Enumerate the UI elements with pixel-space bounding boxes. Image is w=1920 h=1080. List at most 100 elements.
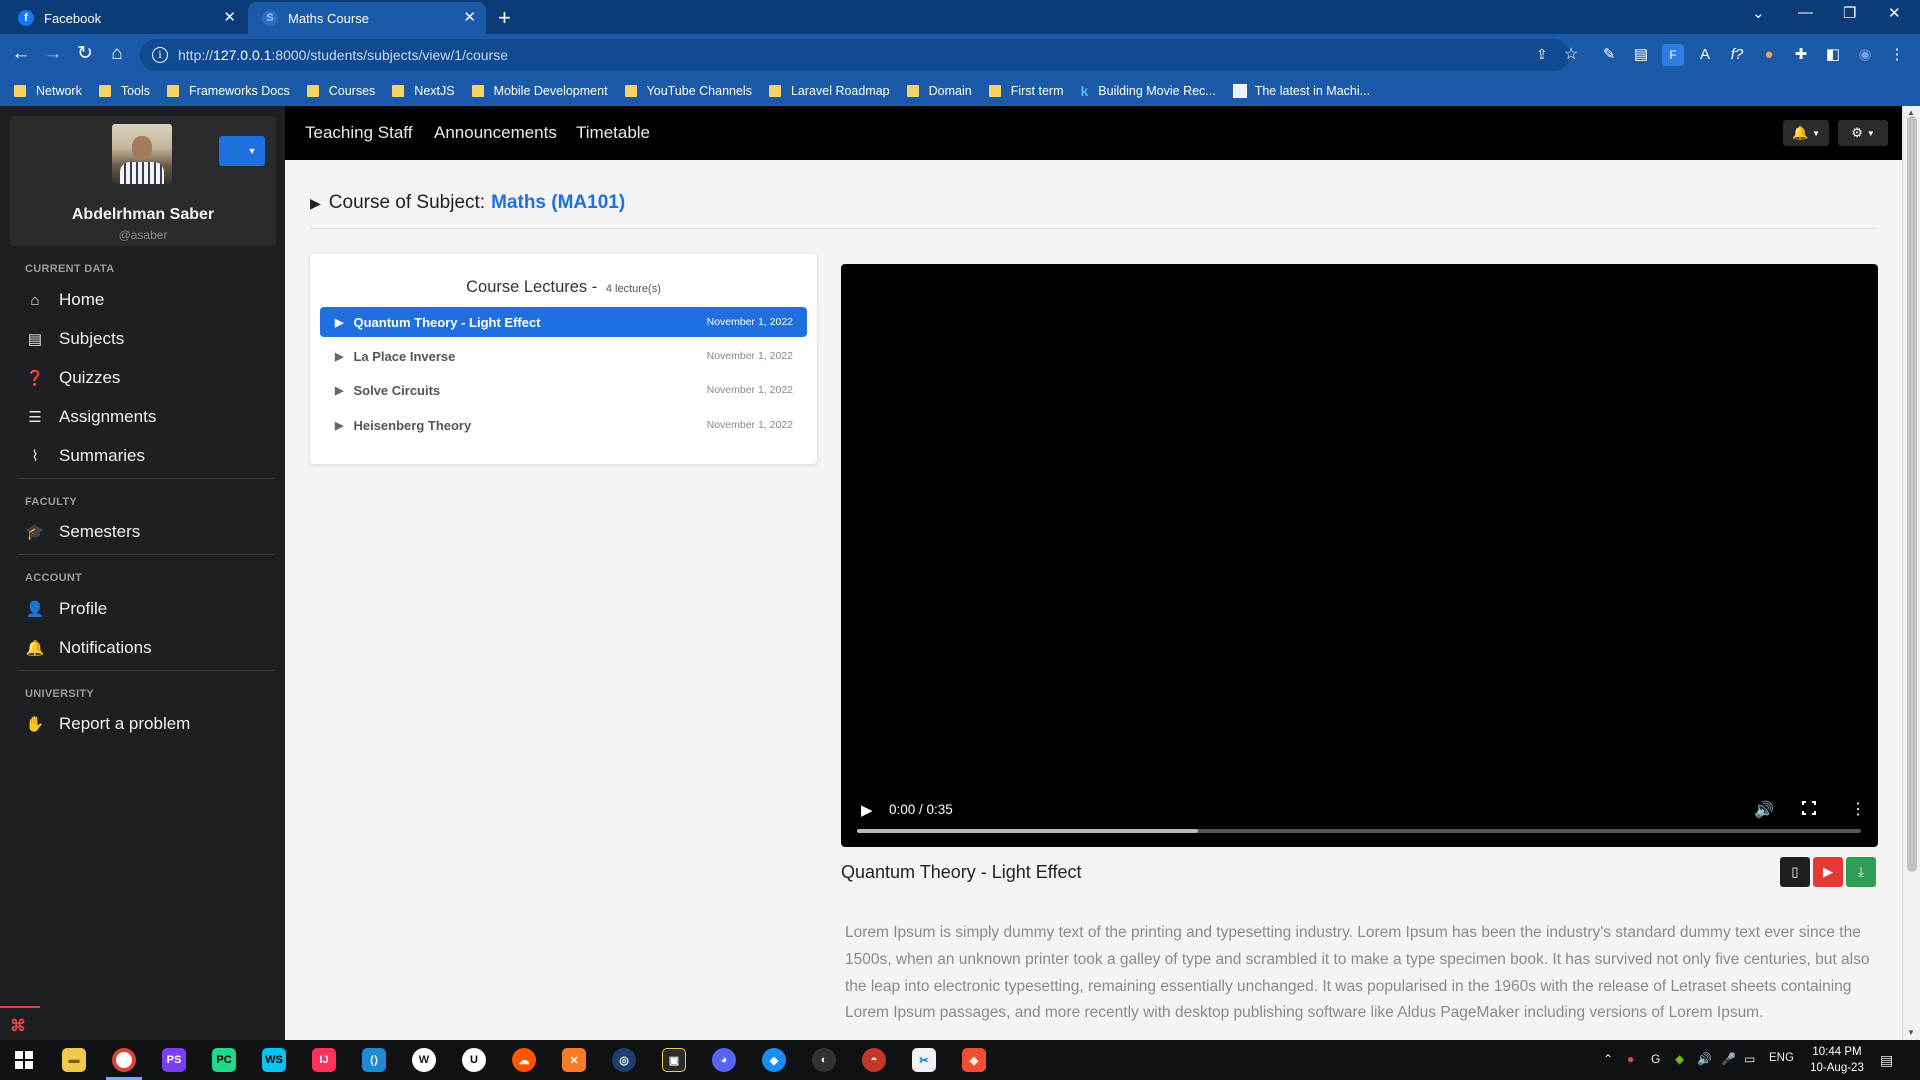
sidebar-item-summaries[interactable]: ⌇ Summaries [25,444,145,468]
sidebar-item-report-problem[interactable]: ✋ Report a problem [25,712,191,736]
user-menu-button[interactable]: 👤 ▼ [219,136,265,166]
play-icon[interactable]: ▶ [861,801,873,819]
more-options-icon[interactable]: ⋮ [1850,799,1866,819]
fullscreen-icon[interactable] [1801,800,1817,816]
extensions-puzzle-icon[interactable]: ✚ [1790,44,1812,66]
bookmark-frameworks-docs[interactable]: Frameworks Docs [167,84,290,98]
bookmark-network[interactable]: Network [14,84,82,98]
lecture-item[interactable]: ▶ La Place Inverse November 1, 2022 [320,341,807,371]
app-icon[interactable]: ◆ [762,1048,786,1072]
app-icon[interactable]: ◎ [612,1048,636,1072]
bookmark-building-movie-rec[interactable]: k Building Movie Rec... [1081,83,1216,99]
youtube-button[interactable]: ▶ [1813,857,1843,887]
close-tab-icon[interactable]: ✕ [463,10,476,25]
bookmark-latest-in-machine[interactable]: The latest in Machi... [1232,84,1370,98]
sidebar-item-quizzes[interactable]: ❓ Quizzes [25,366,121,390]
volume-icon[interactable]: 🔊 [1754,800,1774,820]
site-info-icon[interactable]: i [152,47,168,63]
forward-icon[interactable]: → [40,42,66,68]
nav-link-announcements[interactable]: Announcements [434,123,557,143]
chrome-icon[interactable] [112,1048,136,1072]
bookmark-courses[interactable]: Courses [306,84,375,98]
vscode-icon[interactable]: ⟨⟩ [362,1048,386,1072]
video-progress-bar[interactable] [857,829,1861,833]
close-window-icon[interactable]: ✕ [1888,4,1901,22]
discord-icon[interactable]: ◕ [712,1048,736,1072]
microphone-icon[interactable]: 🎤 [1721,1052,1736,1066]
tray-app-icon[interactable]: ● [1627,1052,1634,1066]
page-scrollbar[interactable]: ▲ ▼ [1902,106,1920,1040]
lecture-item[interactable]: ▶ Solve Circuits November 1, 2022 [320,375,807,405]
close-tab-icon[interactable]: ✕ [223,10,236,25]
app-icon[interactable]: ▣ [662,1048,686,1072]
lecture-item[interactable]: ▶ Quantum Theory - Light Effect November… [320,307,807,337]
debugbar-toggle[interactable]: ⌘ [0,1006,40,1040]
volume-icon[interactable]: 🔊 [1697,1052,1712,1066]
app-icon[interactable]: W [412,1048,436,1072]
page-title[interactable]: ▶ Course of Subject: Maths (MA101) [310,192,625,214]
nvidia-icon[interactable]: ◆ [1675,1052,1684,1066]
bookmark-laravel-roadmap[interactable]: Laravel Roadmap [768,84,890,98]
nav-link-timetable[interactable]: Timetable [576,123,650,143]
tab-search-icon[interactable]: ⌄ [1752,4,1765,22]
menu-icon[interactable]: ⋮ [1886,44,1908,66]
settings-dropdown-button[interactable]: ⚙ ▼ [1838,120,1888,146]
sidebar-item-subjects[interactable]: ▤ Subjects [25,327,124,351]
color-picker-extension-icon[interactable]: ✎ [1598,44,1620,66]
reload-icon[interactable]: ↻ [72,42,98,68]
back-icon[interactable]: ← [8,42,34,68]
extension-icon[interactable]: F [1662,44,1684,66]
bookmark-first-term[interactable]: First term [988,84,1064,98]
bookmark-domain[interactable]: Domain [906,84,972,98]
app-icon[interactable]: ◓ [862,1048,886,1072]
download-button[interactable]: ⤓ [1846,857,1876,887]
restore-icon[interactable]: ❐ [1843,4,1856,22]
windows-start-icon[interactable] [12,1048,36,1072]
sidebar-item-semesters[interactable]: 🎓 Semesters [25,520,141,544]
address-bar[interactable]: i http://127.0.0.1:8000/students/subject… [140,39,1578,71]
xampp-icon[interactable]: ✕ [562,1048,586,1072]
sidebar-item-profile[interactable]: 👤 Profile [25,597,108,621]
document-button[interactable]: ▯ [1780,857,1810,887]
scroll-down-icon[interactable]: ▼ [1907,1028,1915,1037]
scrollbar-thumb[interactable] [1907,116,1917,872]
system-clock[interactable]: 10:44 PM 10-Aug-23 [1805,1044,1869,1076]
side-panel-icon[interactable]: ◧ [1822,44,1844,66]
bookmark-nextjs[interactable]: NextJS [392,84,455,98]
tab-maths-course[interactable]: S Maths Course ✕ [248,2,486,34]
phpstorm-icon[interactable]: PS [162,1048,186,1072]
intellij-icon[interactable]: IJ [312,1048,336,1072]
bookmark-star-icon[interactable]: ☆ [1564,44,1578,64]
network-icon[interactable]: ▭ [1744,1052,1755,1066]
sidebar-item-home[interactable]: ⌂ Home [25,288,104,312]
lecture-item[interactable]: ▶ Heisenberg Theory November 1, 2022 [320,410,807,440]
share-icon[interactable]: ⇪ [1536,46,1548,63]
minimize-icon[interactable]: — [1798,4,1813,21]
bookmark-tools[interactable]: Tools [98,84,150,98]
sidebar-item-notifications[interactable]: 🔔 Notifications [25,636,152,660]
webstorm-icon[interactable]: WS [262,1048,286,1072]
notification-center-icon[interactable]: ▤ [1880,1052,1893,1069]
soundcloud-icon[interactable]: ☁ [512,1048,536,1072]
pycharm-icon[interactable]: PC [212,1048,236,1072]
video-player[interactable]: ▶ 0:00 / 0:35 🔊 ⋮ [841,264,1878,847]
new-tab-button[interactable]: + [498,5,511,31]
bookmark-mobile-development[interactable]: Mobile Development [471,84,608,98]
home-icon[interactable]: ⌂ [104,42,130,68]
tray-chevron-icon[interactable]: ⌃ [1603,1052,1613,1066]
git-icon[interactable]: ◈ [962,1048,986,1072]
unreal-engine-icon[interactable]: U [462,1048,486,1072]
bookmark-youtube-channels[interactable]: YouTube Channels [624,84,752,98]
nav-link-teaching-staff[interactable]: Teaching Staff [305,123,412,143]
tab-facebook[interactable]: f Facebook ✕ [4,2,246,34]
notifications-dropdown-button[interactable]: 🔔 ▼ [1783,120,1829,146]
obs-icon[interactable]: ◐ [812,1048,836,1072]
snipping-tool-icon[interactable]: ✂ [912,1048,936,1072]
tray-app-icon[interactable]: G [1651,1052,1660,1066]
extension-icon[interactable]: ▤ [1630,44,1652,66]
extension-icon[interactable]: ● [1758,44,1780,66]
profile-icon[interactable]: ◉ [1854,44,1876,66]
font-extension-icon[interactable]: A [1694,44,1716,66]
math-extension-icon[interactable]: f? [1726,44,1748,66]
sidebar-item-assignments[interactable]: ☰ Assignments [25,405,156,429]
